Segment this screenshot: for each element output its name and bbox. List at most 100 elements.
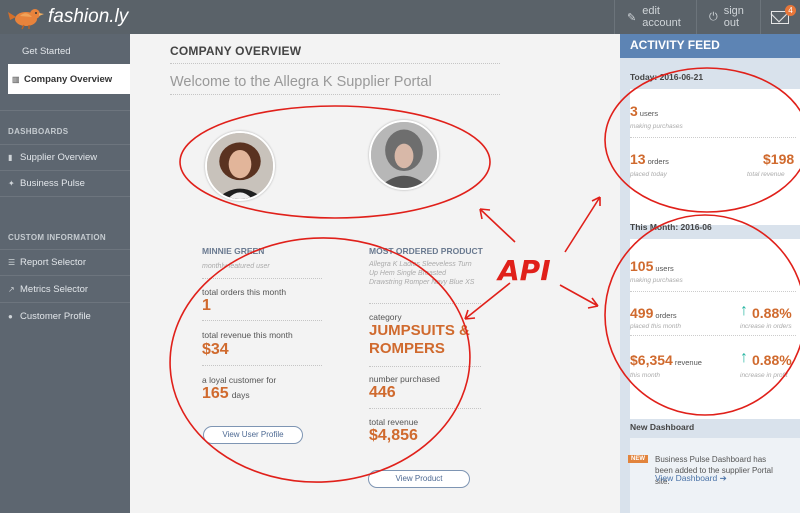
sidebar-item-label: Company Overview (24, 73, 113, 85)
month-orders-pct-sub: increase in orders (740, 323, 792, 330)
featured-user-name: MINNIE GREEN (202, 246, 265, 256)
category-label: category (369, 312, 402, 322)
sidebar-heading-custom-information: CUSTOM INFORMATION (8, 233, 106, 242)
sidebar-divider (0, 110, 130, 111)
divider (202, 320, 322, 321)
month-users: 105 users (630, 258, 674, 274)
month-orders-value: 499 (630, 305, 654, 321)
welcome-text: Welcome to the Allegra K Supplier Portal (170, 74, 432, 90)
category-value: JUMPSUITS & ROMPERS (369, 322, 470, 357)
product-model-avatar (369, 120, 439, 190)
month-revenue-sub: this month (630, 372, 660, 379)
activity-feed: ACTIVITY FEED Today: 2016-06-21 3 users m… (620, 34, 800, 513)
sign-out-label: sign out (723, 5, 744, 29)
today-users-value: 3 (630, 103, 638, 119)
today-orders-unit: orders (647, 157, 669, 166)
sidebar-item-get-started[interactable]: Get Started (22, 38, 130, 64)
loyalty-days: 165 (202, 385, 229, 402)
brand-name: fashion.ly (48, 6, 129, 27)
pulse-icon: ✦ (8, 178, 15, 188)
loyalty-unit: days (231, 390, 250, 400)
sidebar-item-customer-profile[interactable]: ● Customer Profile (8, 303, 130, 329)
sidebar-item-label: Get Started (22, 45, 71, 57)
view-product-button[interactable]: View Product (368, 470, 470, 488)
top-bar: fashion.ly ✎ edit account ⏻ sign out 4 (0, 0, 800, 34)
sidebar-item-metrics-selector[interactable]: ↗ Metrics Selector (8, 276, 130, 302)
user-photo (207, 133, 273, 199)
month-orders-sub: placed this month (630, 323, 681, 330)
month-label: This Month: 2016-06 (630, 222, 712, 232)
product-description: Allegra K Ladies Sleeveless Turn Up Hem … (369, 261, 475, 286)
edit-account-label: edit account (642, 5, 681, 29)
loyalty-value: 165 days (202, 385, 250, 403)
list-icon: ☰ (8, 257, 16, 267)
sidebar-item-report-selector[interactable]: ☰ Report Selector (8, 249, 130, 275)
arrow-right-icon: ➔ (719, 473, 727, 483)
month-users-unit: users (655, 264, 674, 273)
sidebar-item-label: Metrics Selector (20, 283, 89, 295)
month-revenue-unit: revenue (674, 358, 702, 367)
sidebar-item-business-pulse[interactable]: ✦ Business Pulse (8, 170, 130, 196)
edit-account-button[interactable]: ✎ edit account (614, 0, 696, 34)
user-icon: ● (8, 311, 13, 321)
sidebar-heading-dashboards: DASHBOARDS (8, 127, 69, 136)
new-badge: NEW (628, 455, 648, 463)
featured-user-avatar (205, 131, 275, 201)
revenue-value: $34 (202, 341, 229, 358)
month-revenue-pct-sub: increase in profit (740, 372, 788, 379)
messages-button[interactable]: 4 (760, 0, 800, 34)
sidebar-item-supplier-overview[interactable]: ▮ Supplier Overview (8, 144, 130, 170)
main-content: COMPANY OVERVIEW Welcome to the Allegra … (130, 34, 616, 513)
new-dashboard-card: NEW Business Pulse Dashboard has been ad… (628, 438, 800, 513)
today-orders: 13 orders (630, 151, 669, 167)
divider (369, 366, 481, 367)
today-revenue-sub: total revenue (747, 171, 785, 178)
month-revenue: $6,354 revenue (630, 352, 702, 368)
building-icon: ▥ (12, 74, 20, 84)
divider (170, 94, 500, 95)
product-heading: MOST ORDERED PRODUCT (369, 246, 483, 256)
today-label: Today: 2016-06-21 (630, 72, 704, 82)
sidebar: Get Started ▥ Company Overview DASHBOARD… (0, 34, 130, 513)
divider (202, 278, 322, 279)
view-user-profile-button[interactable]: View User Profile (203, 426, 303, 444)
sidebar-item-label: Report Selector (20, 256, 87, 268)
today-orders-value: 13 (630, 151, 646, 167)
revenue-label: total revenue this month (202, 330, 293, 340)
month-revenue-value: $6,354 (630, 352, 673, 368)
brand-logo[interactable]: fashion.ly (6, 4, 128, 30)
featured-user-subtitle: monthly featured user (202, 263, 270, 270)
month-orders-unit: orders (655, 311, 677, 320)
month-revenue-pct: 0.88% (752, 352, 792, 368)
mail-count-badge: 4 (785, 5, 796, 16)
page-title: COMPANY OVERVIEW (170, 44, 302, 58)
purchased-value: 446 (369, 384, 396, 401)
orders-value: 1 (202, 297, 211, 314)
divider (630, 291, 796, 292)
view-dashboard-link[interactable]: View Dashboard ➔ (655, 473, 727, 484)
power-icon: ⏻ (709, 10, 718, 23)
sidebar-item-company-overview[interactable]: ▥ Company Overview (8, 64, 130, 94)
arrow-up-icon: ↑ (740, 302, 748, 319)
line-chart-icon: ↗ (8, 284, 15, 294)
sidebar-item-label: Customer Profile (20, 310, 91, 322)
today-users-unit: users (639, 109, 659, 118)
product-revenue-value: $4,856 (369, 427, 418, 444)
bar-chart-icon: ▮ (8, 152, 13, 162)
month-users-sub: making purchases (630, 277, 683, 284)
product-photo (371, 122, 437, 188)
sign-out-button[interactable]: ⏻ sign out (696, 0, 760, 34)
divider (369, 303, 481, 304)
today-users-sub: making purchases (630, 123, 683, 130)
divider (170, 63, 500, 64)
today-orders-sub: placed today (630, 171, 667, 178)
bird-icon (8, 9, 44, 30)
divider (369, 408, 481, 409)
month-stats: 105 users making purchases 499 orders plac… (630, 239, 800, 419)
divider (630, 137, 796, 138)
divider (202, 365, 322, 366)
month-orders-pct: 0.88% (752, 305, 792, 321)
loyalty-label: a loyal customer for (202, 375, 277, 385)
month-users-value: 105 (630, 258, 654, 274)
new-dashboard-heading: New Dashboard (630, 422, 695, 432)
